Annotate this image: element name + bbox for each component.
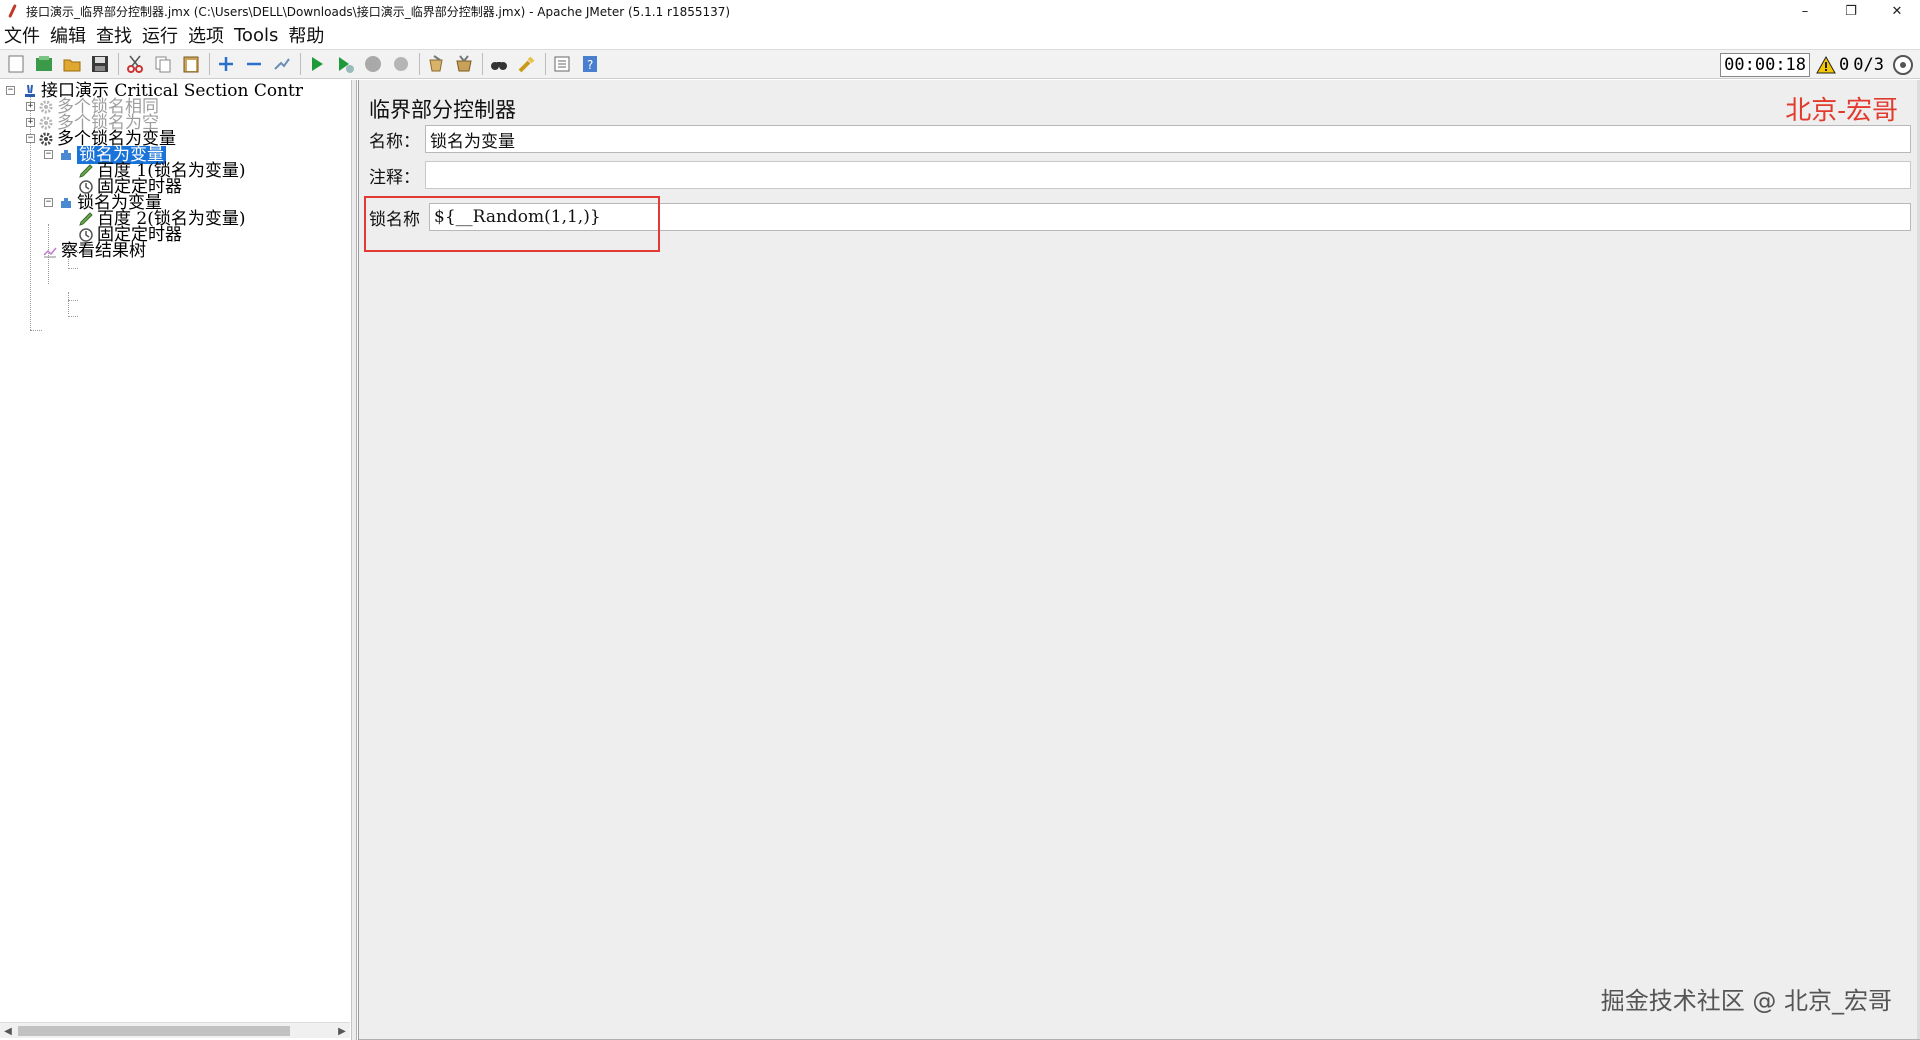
restore-button[interactable]: ❐ — [1828, 0, 1874, 22]
paste-icon[interactable] — [179, 52, 203, 76]
annotation-highlight-box — [364, 196, 660, 252]
test-plan-tree-panel: − 接口演示 Critical Section Contr + 多个锁名相同 +… — [0, 80, 352, 1040]
templates-icon[interactable] — [32, 52, 56, 76]
window-controls: – ❐ ✕ — [1782, 0, 1920, 22]
close-button[interactable]: ✕ — [1874, 0, 1920, 22]
name-row: 名称： 锁名为变量 — [369, 124, 1915, 154]
new-icon[interactable] — [4, 52, 28, 76]
svg-text:?: ? — [587, 58, 593, 72]
warning-count: 0 — [1839, 55, 1850, 75]
menu-options[interactable]: 选项 — [188, 22, 224, 48]
test-plan-tree: − 接口演示 Critical Section Contr + 多个锁名相同 +… — [0, 80, 350, 1022]
toolbar-separator — [545, 53, 546, 75]
stop-icon[interactable] — [361, 52, 385, 76]
tree-toggle-collapse[interactable]: − — [6, 86, 15, 95]
scroll-right-icon[interactable]: ▶ — [334, 1023, 350, 1039]
menu-search[interactable]: 查找 — [96, 22, 132, 48]
gear-icon — [38, 131, 54, 147]
copy-icon[interactable] — [151, 52, 175, 76]
function-helper-icon[interactable] — [550, 52, 574, 76]
watermark-top: 北京-宏哥 — [1785, 96, 1898, 126]
collapse-icon[interactable] — [242, 52, 266, 76]
elapsed-timer: 00:00:18 — [1720, 53, 1811, 77]
start-no-pauses-icon[interactable] — [333, 52, 357, 76]
title-bar: 接口演示_临界部分控制器.jmx (C:\Users\DELL\Download… — [0, 0, 1920, 22]
tree-toggle-expand[interactable]: + — [26, 102, 35, 111]
window-title: 接口演示_临界部分控制器.jmx (C:\Users\DELL\Download… — [26, 4, 731, 19]
expand-icon[interactable] — [214, 52, 238, 76]
comment-row: 注释： — [369, 160, 1915, 190]
toolbar-separator — [118, 53, 119, 75]
gear-icon — [38, 99, 54, 115]
toggle-icon[interactable] — [270, 52, 294, 76]
menu-run[interactable]: 运行 — [142, 22, 178, 48]
controller-icon — [58, 195, 74, 211]
menu-file[interactable]: 文件 — [4, 22, 40, 48]
pencil-icon — [78, 211, 94, 227]
toolbar-separator — [209, 53, 210, 75]
toolbar-separator — [419, 53, 420, 75]
scroll-left-icon[interactable]: ◀ — [0, 1023, 16, 1039]
clear-icon[interactable] — [424, 52, 448, 76]
clear-all-icon[interactable] — [452, 52, 476, 76]
gear-icon — [38, 115, 54, 131]
active-threads: 0/3 — [1853, 55, 1884, 75]
start-icon[interactable] — [305, 52, 329, 76]
search-icon[interactable] — [487, 52, 511, 76]
critical-section-controller-editor: 临界部分控制器 北京-宏哥 名称： 锁名为变量 注释： 锁名称 ${__Rand… — [358, 80, 1920, 1040]
menu-help[interactable]: 帮助 — [288, 22, 324, 48]
tree-toggle-collapse[interactable]: − — [44, 198, 53, 207]
warning-icon[interactable] — [1816, 55, 1836, 75]
comment-field[interactable] — [425, 161, 1911, 189]
panel-splitter[interactable] — [352, 80, 357, 1040]
graph-icon — [42, 243, 58, 259]
page-title: 临界部分控制器 — [369, 98, 516, 122]
open-icon[interactable] — [60, 52, 84, 76]
toolbar-separator — [482, 53, 483, 75]
help-icon[interactable]: ? — [578, 52, 602, 76]
toolbar-separator — [300, 53, 301, 75]
minimize-button[interactable]: – — [1782, 0, 1828, 22]
comment-label: 注释： — [369, 167, 420, 188]
remote-status-icon — [1892, 54, 1914, 76]
test-plan-icon — [22, 83, 38, 99]
tree-toggle-collapse[interactable]: − — [44, 150, 53, 159]
menu-bar: 文件 编辑 查找 运行 选项 Tools 帮助 — [0, 22, 1920, 48]
shutdown-icon[interactable] — [389, 52, 413, 76]
tree-toggle-expand[interactable]: + — [26, 118, 35, 127]
toolbar: ? 00:00:18 0 0/3 — [0, 49, 1920, 79]
jmeter-feather-icon — [6, 4, 18, 18]
watermark-bottom: 掘金技术社区 @ 北京_宏哥 — [1600, 987, 1892, 1015]
menu-edit[interactable]: 编辑 — [50, 22, 86, 48]
cut-icon[interactable] — [123, 52, 147, 76]
save-icon[interactable] — [88, 52, 112, 76]
scrollbar-thumb[interactable] — [18, 1026, 290, 1036]
toolbar-status: 00:00:18 0 0/3 — [1720, 52, 1914, 78]
name-field[interactable]: 锁名为变量 — [425, 125, 1911, 153]
controller-icon — [58, 147, 74, 163]
name-label: 名称： — [369, 131, 420, 152]
menu-tools[interactable]: Tools — [234, 25, 278, 46]
tree-horizontal-scrollbar[interactable]: ◀ ▶ — [0, 1022, 350, 1038]
reset-search-icon[interactable] — [515, 52, 539, 76]
pencil-icon — [78, 163, 94, 179]
tree-node-view-results-tree[interactable]: 察看结果树 — [42, 242, 146, 260]
tree-node-label: 察看结果树 — [61, 241, 146, 261]
tree-toggle-collapse[interactable]: − — [26, 134, 35, 143]
